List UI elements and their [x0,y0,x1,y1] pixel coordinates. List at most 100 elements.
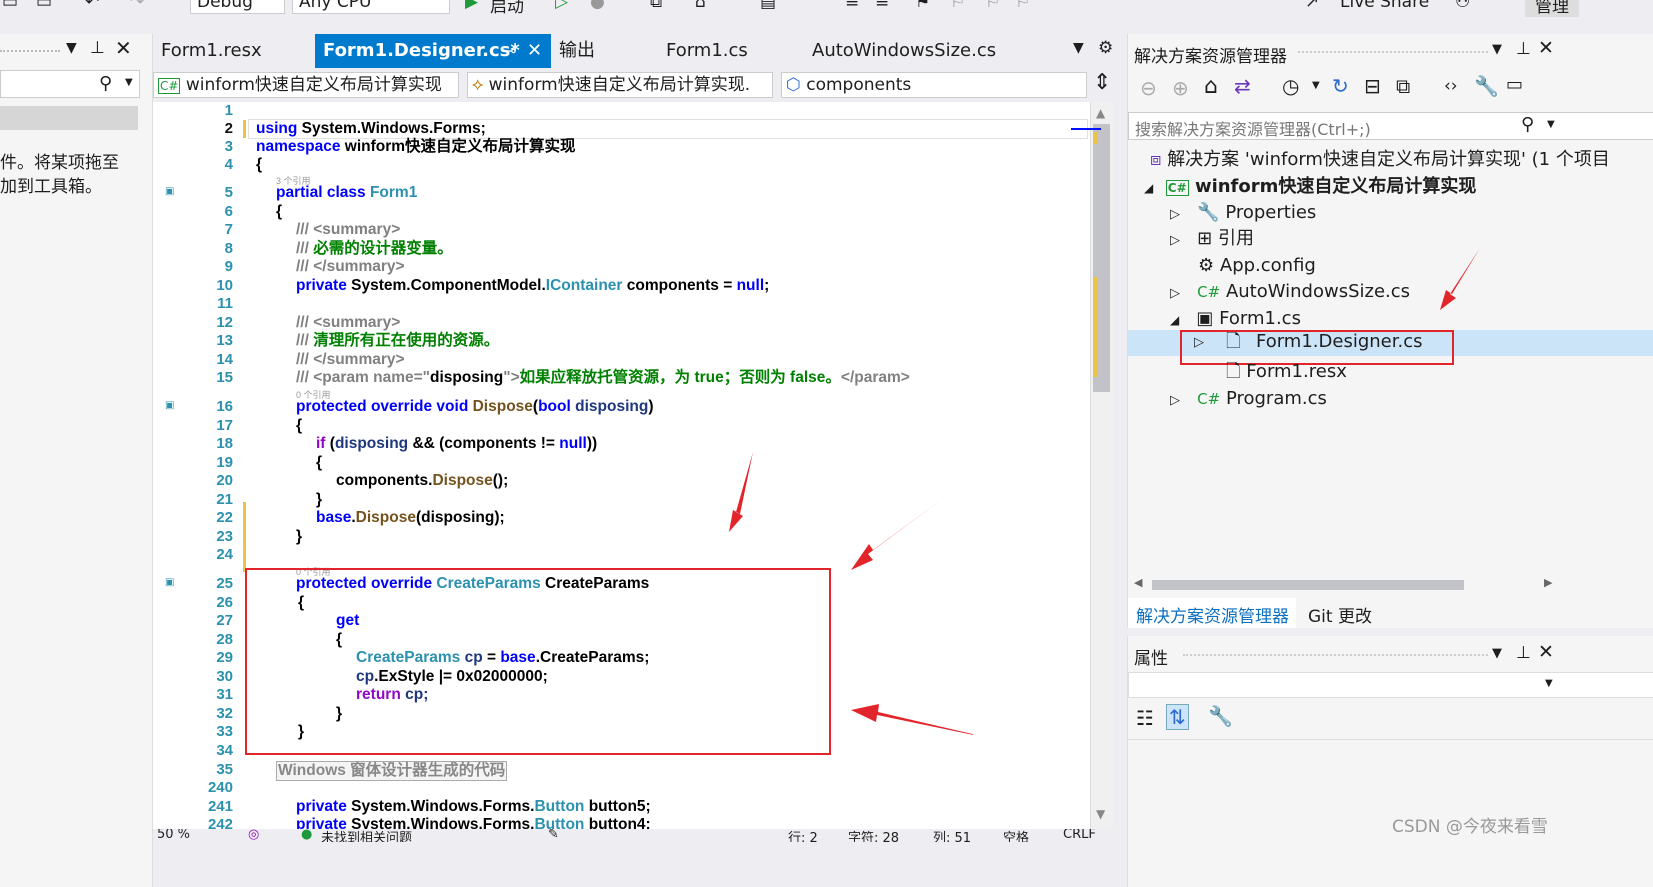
tree-item-program[interactable]: ▷ C# Program.cs [1170,387,1327,413]
indent-status[interactable]: 空格 [1003,829,1029,842]
save-all-icon[interactable]: ▭ [36,0,52,12]
code-editor[interactable]: 1 2 3 4 5 6 7 8 9 10 11 12 13 14 15 16 1… [153,102,1113,842]
copilot-icon[interactable]: ◎ [248,829,259,842]
platform-select[interactable]: Any CPU [292,0,450,14]
outdent-icon[interactable]: ≡ [875,0,889,12]
zoom-level[interactable]: 50 % [157,829,190,842]
tab-git-changes[interactable]: Git 更改 [1298,598,1388,628]
char-status[interactable]: 字符: 28 [848,829,899,842]
scroll-thumb[interactable] [1152,580,1464,590]
issues-status[interactable]: 未找到相关问题 [321,829,412,842]
config-select[interactable]: Debug [190,0,285,14]
back-icon[interactable]: ⊖ [1140,76,1157,100]
account-icon[interactable]: ⚇ [1455,0,1470,12]
run-without-debug-icon[interactable]: ▷ [555,0,568,12]
bookmark-prev-icon[interactable]: ⚐ [950,0,965,12]
tree-item-form1-resx[interactable]: 🗋 Form1.resx [1226,360,1347,384]
home-icon[interactable]: ⌂ [1204,74,1218,99]
settings-icon[interactable]: ⚙ [1098,38,1113,58]
close-icon[interactable]: ✕ [1538,37,1554,59]
toolbox-group[interactable] [0,106,138,130]
pin-icon[interactable]: ⊥ [1516,643,1531,663]
search-dropdown-icon[interactable]: ▼ [125,77,133,88]
dropdown-icon[interactable]: ▼ [1312,80,1320,91]
tree-item-form1[interactable]: ◢ ▣ Form1.cs [1170,307,1301,332]
close-icon[interactable]: ✕ [115,36,132,60]
codelens-icon[interactable]: ▣ [165,577,174,588]
toolbox-search[interactable]: ⚲ ▼ [0,70,140,98]
dropdown-icon[interactable]: ▼ [1545,678,1553,689]
stop-icon[interactable]: ● [590,0,605,12]
tab-autowindowssize[interactable]: AutoWindowsSize.cs [804,34,1044,68]
tree-item-appconfig[interactable]: ⚙ App.config [1198,254,1316,278]
close-tab-icon[interactable]: ✕ [527,34,542,68]
collapsed-region[interactable]: Windows 窗体设计器生成的代码 [276,761,508,781]
class-combo[interactable]: ⟡ winform快速自定义布局计算实现. [467,72,773,98]
sync-icon[interactable]: ↻ [1332,74,1349,98]
preview-icon[interactable]: ▭ [1506,74,1523,95]
line-ending-status[interactable]: CRLF [1063,829,1096,842]
cleanup-icon[interactable]: ✎ [548,829,559,842]
tree-item-references[interactable]: ▷ ⊞ 引用 [1170,227,1254,253]
close-icon[interactable]: ✕ [1538,641,1554,663]
pin-icon[interactable]: ⊥ [1516,39,1531,59]
forward-icon[interactable]: ⊕ [1172,76,1189,100]
indent-icon[interactable]: ≡ [845,0,859,12]
codelens-icon[interactable]: ▣ [165,186,174,197]
properties-icon[interactable]: 🔧 [1474,74,1499,98]
tree-item-properties[interactable]: ▷ 🔧 Properties [1170,201,1316,227]
save-icon[interactable]: ▭ [2,0,18,12]
scroll-down-icon[interactable]: ▼ [1096,807,1105,821]
csharp-file-icon: C# [1197,390,1221,408]
dropdown-icon[interactable]: ▼ [1492,42,1502,57]
annotation-arrows [1440,248,1480,310]
dropdown-icon[interactable]: ▼ [1492,646,1502,661]
home-icon[interactable]: ⌂ [695,0,706,12]
tree-item-project[interactable]: ◢ C# winform快速自定义布局计算实现 [1144,175,1476,200]
browse-icon[interactable]: ⧉ [650,0,662,12]
redo-icon[interactable]: ↷ [130,0,144,12]
alphabetical-icon[interactable]: ⇅ [1166,704,1189,730]
scroll-left-icon[interactable]: ◀ [1134,576,1142,589]
object-selector[interactable]: ▼ [1128,672,1653,698]
start-icon[interactable]: ▶ [465,0,478,12]
scroll-right-icon[interactable]: ▶ [1544,576,1552,589]
dropdown-icon[interactable]: ▼ [66,40,77,56]
bookmark-icon[interactable]: ⚑ [915,0,930,12]
print-icon[interactable]: ▤ [760,0,776,12]
search-dropdown-icon[interactable]: ▼ [1547,119,1555,130]
project-combo[interactable]: C# winform快速自定义布局计算实现 [153,72,459,98]
switch-views-icon[interactable]: ⇄ [1234,74,1251,98]
bookmark-clear-icon[interactable]: ⚐ [1015,0,1030,12]
tree-item-solution[interactable]: ⧈ 解决方案 'winform快速自定义布局计算实现' (1 个项目 [1150,148,1610,172]
pin-tab-icon[interactable]: ⊸ [503,34,516,68]
tab-output[interactable]: 输出 [551,34,661,68]
split-editor-icon[interactable]: ⇕ [1093,70,1111,95]
solution-search-field[interactable]: 搜索解决方案资源管理器(Ctrl+;) ⚲ ▼ [1128,112,1653,140]
solution-hscrollbar[interactable]: ◀ ▶ [1134,576,1554,592]
member-combo[interactable]: ⬡ components [781,72,1087,98]
tab-form1-resx[interactable]: Form1.resx [153,34,315,68]
categorized-icon[interactable]: ☷ [1136,706,1154,730]
bookmark-next-icon[interactable]: ⚐ [985,0,1000,12]
view-code-icon[interactable]: ‹› [1444,76,1458,96]
pending-changes-icon[interactable]: ◷ [1282,74,1299,98]
scroll-up-icon[interactable]: ▲ [1096,106,1105,120]
property-pages-icon[interactable]: 🔧 [1208,704,1233,728]
tab-dropdown-icon[interactable]: ▼ [1073,40,1084,56]
undo-icon[interactable]: ↶ [85,0,99,12]
show-all-files-icon[interactable]: ⧉ [1396,74,1410,98]
editor-scrollbar[interactable]: ▲ ▼ [1071,102,1113,842]
codelens-icon[interactable]: ▣ [165,400,174,411]
tab-form1-cs[interactable]: Form1.cs [658,34,798,68]
tab-solution-explorer[interactable]: 解决方案资源管理器 [1128,598,1296,628]
pin-icon[interactable]: ⊥ [90,38,105,58]
col-status[interactable]: 列: 51 [933,829,971,842]
admin-button[interactable]: 管理 [1525,0,1579,17]
tree-item-autowindowssize[interactable]: ▷ C# AutoWindowsSize.cs [1170,280,1410,306]
tab-form1-designer[interactable]: Form1.Designer.cs* ⊸ ✕ [315,34,551,68]
line-status[interactable]: 行: 2 [788,829,818,842]
live-share-button[interactable]: Live Share [1340,0,1429,12]
collapse-all-icon[interactable]: ⊟ [1364,74,1381,98]
start-button[interactable]: 启动 [490,0,524,17]
